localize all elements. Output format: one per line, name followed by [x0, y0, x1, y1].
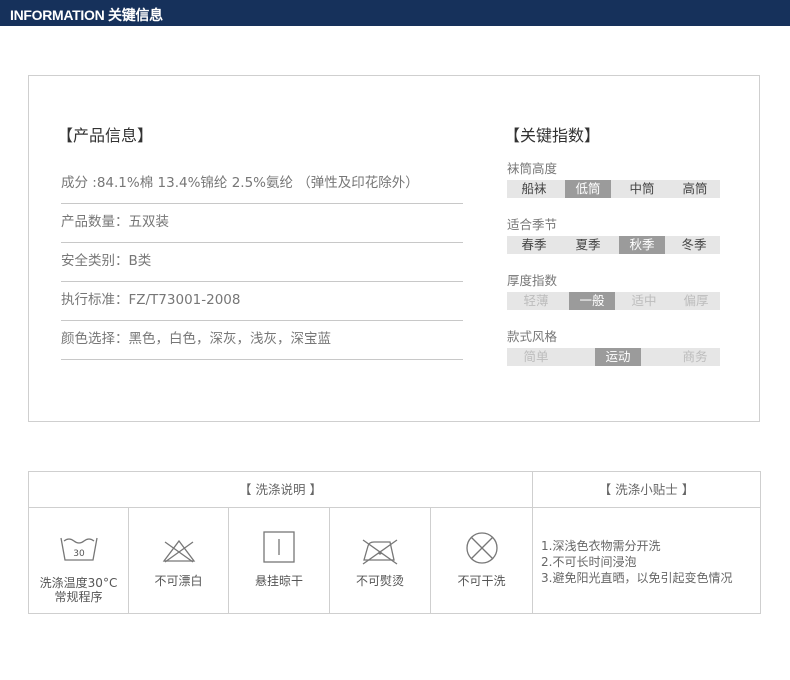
care-item-no-iron: 不可熨烫 [330, 508, 431, 613]
care-label-no-iron: 不可熨烫 [355, 574, 404, 588]
care-title: 【 洗涤说明 】 [29, 472, 533, 508]
scale-option: 偏厚 [683, 293, 709, 308]
index-label-season: 适合季节 [507, 217, 558, 232]
scale-option: 中筒 [629, 181, 655, 196]
info-row-standard: 执行标准：FZ/T73001-2008 [61, 281, 463, 321]
scale-sock-height: 船袜 低筒 中筒 高筒 [507, 180, 720, 198]
scale-option: 适中 [631, 293, 657, 308]
header-bar: INFORMATION 关键信息 [0, 0, 790, 26]
scale-option: 商务 [682, 349, 708, 364]
scale-option: 春季 [521, 237, 547, 252]
scale-option: 船袜 [521, 181, 547, 196]
care-item-hang-dry: 悬挂晾干 [229, 508, 330, 613]
no-iron-icon [362, 539, 398, 565]
index-label-thickness: 厚度指数 [507, 273, 558, 288]
care-tip: 3.避免阳光直晒，以免引起变色情况 [541, 571, 733, 585]
scale-option-selected: 一般 [569, 292, 615, 310]
care-label-no-bleach: 不可漂白 [154, 574, 203, 588]
scale-option: 高筒 [682, 181, 708, 196]
care-label-hang-dry: 悬挂晾干 [254, 574, 303, 588]
care-item-no-bleach: 不可漂白 [129, 508, 229, 613]
care-label-no-dry-clean: 不可干洗 [457, 574, 506, 588]
scale-style: 简单 运动 商务 [507, 348, 720, 366]
index-label-style: 款式风格 [507, 329, 558, 344]
info-row-composition: 成分 :84.1%棉 13.4%锦纶 2.5%氨纶 （弹性及印花除外） [61, 164, 463, 204]
scale-option: 轻薄 [523, 293, 549, 308]
info-row-colors: 颜色选择：黑色，白色，深灰，浅灰，深宝蓝 [61, 320, 463, 360]
care-item-no-dry-clean: 不可干洗 [431, 508, 533, 613]
scale-option: 夏季 [575, 237, 601, 252]
product-info-panel: 【产品信息】 成分 :84.1%棉 13.4%锦纶 2.5%氨纶 （弹性及印花除… [28, 75, 760, 422]
no-bleach-icon [162, 539, 195, 563]
scale-option-selected: 秋季 [619, 236, 665, 254]
key-index-title: 【关键指数】 [504, 126, 601, 145]
care-tip: 1.深浅色衣物需分开洗 [541, 539, 661, 553]
care-tips: 1.深浅色衣物需分开洗 2.不可长时间浸泡 3.避免阳光直晒，以免引起变色情况 [541, 538, 732, 586]
info-row-quantity: 产品数量：五双装 [61, 203, 463, 243]
care-instructions-panel: 【 洗涤说明 】 【 洗涤小贴士 】 30 洗涤温度30°C 常规程序 不可漂白… [28, 471, 761, 614]
care-tip: 2.不可长时间浸泡 [541, 555, 637, 569]
header-title: INFORMATION 关键信息 [10, 7, 163, 23]
wash-30-icon: 30 [59, 537, 98, 561]
care-label-wash-text: 洗涤温度30°C 常规程序 [39, 576, 118, 604]
scale-option-selected: 低筒 [565, 180, 611, 198]
scale-season: 春季 夏季 秋季 冬季 [507, 236, 720, 254]
no-dry-clean-icon [465, 532, 498, 564]
index-label-sock-height: 袜筒高度 [507, 161, 558, 176]
wash-temp-text: 30 [73, 549, 85, 559]
care-label-wash: 洗涤温度30°C 常规程序 [29, 576, 128, 604]
care-item-wash: 30 洗涤温度30°C 常规程序 [29, 508, 129, 613]
hang-dry-icon [263, 531, 295, 563]
scale-option-selected: 运动 [595, 348, 641, 366]
scale-thickness: 轻薄 一般 适中 偏厚 [507, 292, 720, 310]
product-info-title: 【产品信息】 [57, 126, 154, 145]
scale-option: 简单 [523, 349, 549, 364]
info-row-safety-class: 安全类别：B类 [61, 242, 463, 282]
care-tips-title: 【 洗涤小贴士 】 [533, 472, 760, 508]
scale-option: 冬季 [681, 237, 707, 252]
